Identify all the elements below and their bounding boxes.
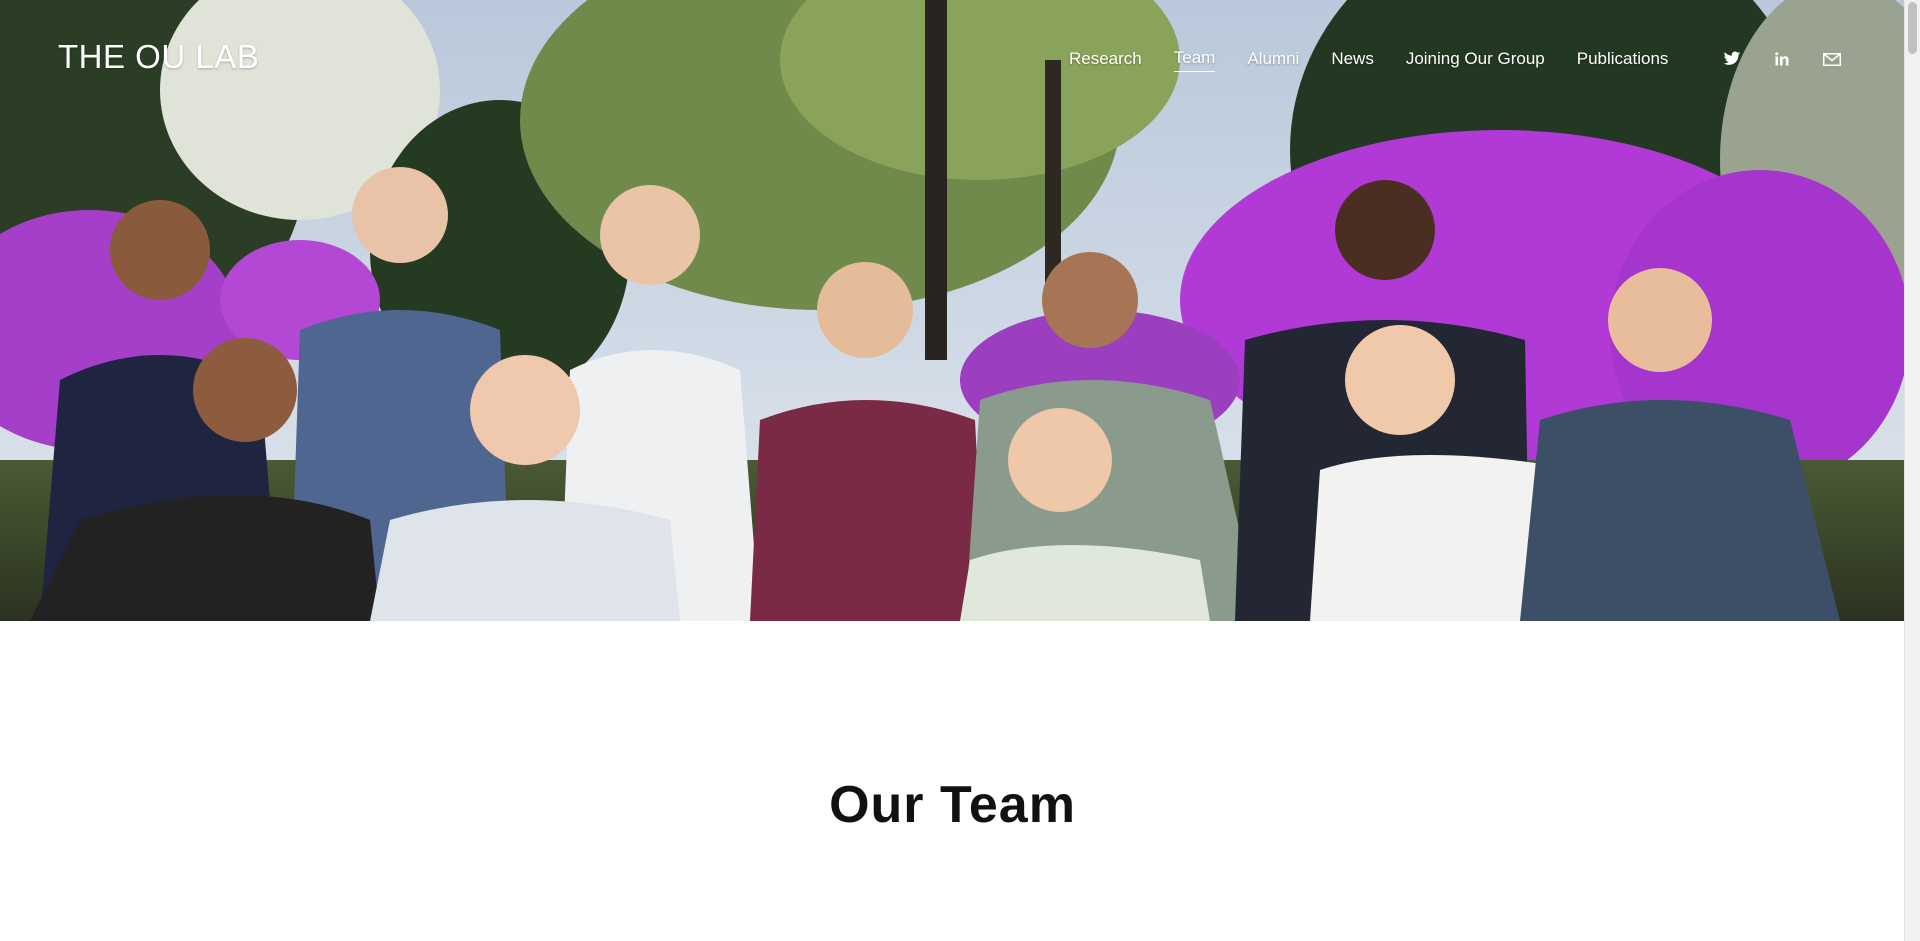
page-scrollbar[interactable] <box>1904 0 1920 941</box>
social-links <box>1722 49 1872 69</box>
site-logo[interactable]: THE OU LAB <box>58 38 259 76</box>
email-icon[interactable] <box>1822 49 1842 69</box>
linkedin-icon[interactable] <box>1772 49 1792 69</box>
nav-link-joining-our-group[interactable]: Joining Our Group <box>1406 49 1545 72</box>
section-title-our-team: Our Team <box>829 775 1076 834</box>
main-nav: Research Team Alumni News Joining Our Gr… <box>1069 48 1700 72</box>
twitter-icon[interactable] <box>1722 49 1742 69</box>
nav-link-team[interactable]: Team <box>1173 48 1216 72</box>
nav-link-publications[interactable]: Publications <box>1577 49 1669 72</box>
site-header: THE OU LAB Research Team Alumni News Joi… <box>0 0 1905 120</box>
nav-link-research[interactable]: Research <box>1069 49 1142 72</box>
nav-link-news[interactable]: News <box>1331 49 1374 72</box>
nav-link-alumni[interactable]: Alumni <box>1247 49 1299 72</box>
page: THE OU LAB Research Team Alumni News Joi… <box>0 0 1905 941</box>
scrollbar-thumb[interactable] <box>1908 2 1917 54</box>
